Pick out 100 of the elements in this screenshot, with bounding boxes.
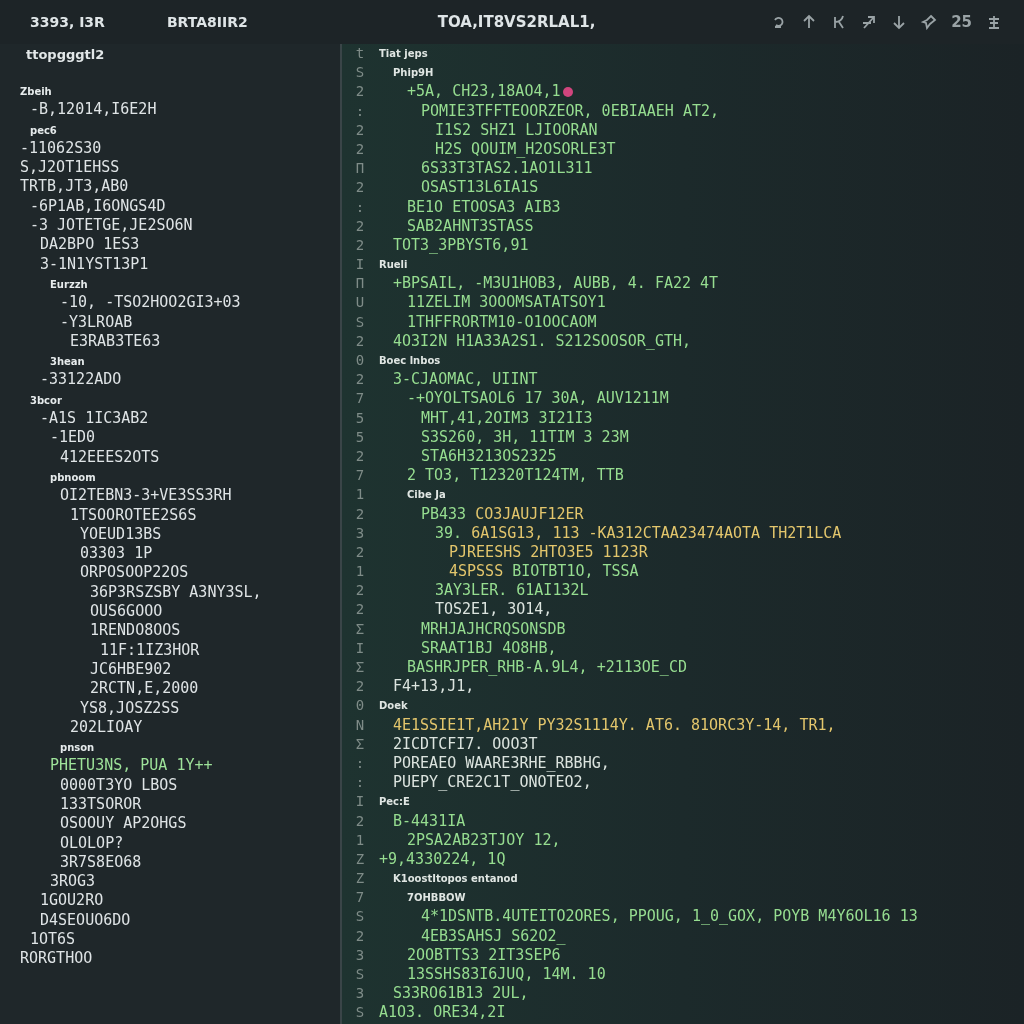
outline-item[interactable]: S,J2OT1EHSS [20, 158, 120, 177]
outline-item[interactable]: YS8,JOSZ2SS [80, 698, 180, 717]
line-number: 2 [354, 235, 366, 255]
line-number: Σ [354, 619, 366, 639]
code-line: STA6H3213OS2325 [421, 446, 557, 467]
outline-item[interactable]: DA2BPO 1ES3 [40, 235, 140, 254]
code-line: 4EB3SAHSJ S62O2_ [421, 926, 566, 946]
outline-item[interactable]: YOEUD13BS [80, 524, 162, 543]
section-label: Cibe Ja [407, 488, 446, 503]
outline-item[interactable]: 03303 1P [80, 544, 153, 563]
outline-item[interactable]: 1GOU2RO [40, 891, 104, 910]
line-number: I [354, 792, 366, 812]
outline-item[interactable]: -Y3LROAB [60, 312, 133, 331]
line-number: S [354, 907, 366, 927]
line-number: I [354, 255, 366, 275]
line-number: S [354, 1003, 366, 1023]
line-number: 7 [354, 466, 366, 486]
section-label: Tiat jeps [379, 47, 428, 61]
section-label: Pec:E [379, 795, 410, 810]
code-line: H2S QOUIM_H2OSORLE3T [435, 139, 616, 160]
line-number: 5 [354, 408, 366, 428]
code-line: S3S260, 3H, 11TIM 3 23M [421, 427, 629, 447]
symbol-icon[interactable] [986, 14, 1002, 30]
code-line: MHT,41,2OIM3 3I21I3 [421, 408, 593, 428]
outline-item[interactable]: -3 JOTETGE,JE2SO6N [30, 216, 193, 235]
outline-item[interactable]: 3-1N1YST13P1 [40, 254, 149, 273]
outline-item[interactable]: 1OT6S [30, 930, 76, 949]
outline-item[interactable]: 36P3RSZSBY A3NY3SL, [90, 582, 262, 601]
code-line: BE1O ETOOSA3 AIB3 [407, 197, 561, 217]
line-number: : [354, 773, 366, 793]
code-line: +9,4330224, 1Q [379, 849, 506, 870]
section-label: pec6 [30, 124, 57, 136]
window-title: TOA,IT8VS2RLAL1, [437, 13, 596, 31]
line-number: 7 [354, 888, 366, 908]
outline-item[interactable]: -B,12014,I6E2H [30, 100, 157, 119]
code-line: 2 TO3, T12320T124TM, TTB [407, 466, 624, 486]
code-line: SRAAT1BJ 4O8HB, [421, 638, 557, 658]
outline-item[interactable]: 133TSOROR [60, 795, 142, 813]
line-number: 3 [354, 984, 366, 1004]
code-line: 4SPSSS BIOTBT1O, TSSA [449, 562, 639, 582]
outline-item[interactable]: 1RENDO8OOS [90, 621, 181, 640]
line-number: Σ [354, 734, 366, 754]
code-line: OSAST13L6IA1S [421, 178, 539, 198]
line-number: 2 [354, 504, 366, 524]
line-number: 5 [354, 427, 366, 447]
line-number: N [354, 715, 366, 735]
section-label: 3hean [50, 356, 85, 368]
outline-item[interactable]: -1ED0 [50, 428, 96, 447]
line-number: : [354, 101, 366, 121]
outline-item[interactable]: D4SEOUO6DO [40, 910, 131, 929]
line-number: : [354, 197, 366, 217]
project-label: 3393, I3R [30, 14, 105, 30]
line-number: 2 [354, 811, 366, 831]
outline-item[interactable]: -33122ADO [40, 370, 122, 389]
outline-item[interactable]: 202LIOAY [70, 717, 143, 736]
outline-item[interactable]: 1TSOOROTEE2S6S [70, 505, 197, 524]
line-number: 1 [354, 485, 366, 505]
line-number: U [354, 293, 366, 313]
outline-item[interactable]: PHETU3NS, PUA 1Y++ [50, 756, 213, 775]
code-line: PB433 CO3JAUJF12ER [421, 504, 584, 524]
outline-item[interactable]: 3R7S8EO68 [60, 852, 142, 871]
outline-item[interactable]: 2RCTN,E,2000 [90, 679, 199, 698]
line-number: 2 [354, 216, 366, 236]
outline-item[interactable]: OSOOUY AP2OHGS [60, 814, 187, 833]
code-line: TOT3_3PBYST6,91 [393, 235, 529, 256]
outline-item[interactable]: TRTB,JT3,AB0 [20, 177, 129, 196]
line-number: 3 [354, 523, 366, 543]
line-number: 2 [354, 370, 366, 390]
outline-item[interactable]: -6P1AB,I6ONGS4D [30, 196, 166, 215]
down-arrow-icon[interactable] [891, 14, 908, 30]
code-line: 2OOBTTS3 2IT3SEP6 [407, 945, 561, 965]
breakpoint-dot[interactable] [562, 86, 573, 97]
outline-item[interactable]: ORPOSOOP22OS [80, 563, 189, 582]
code-line: TOS2E1, 3O14, [435, 600, 553, 620]
code-line: 2PSA2AB23TJOY 12, [407, 830, 561, 850]
line-number: 2 [354, 82, 366, 102]
code-line: S33RO61B13 2UL, [393, 984, 529, 1004]
code-line: A1O3. ORE34,2I [379, 1003, 506, 1023]
code-line: MRHJAJHCRQSONSDB [421, 619, 566, 639]
outline-item[interactable]: OUS6GOOO [90, 602, 163, 620]
diagonal-arrow-icon[interactable] [861, 14, 878, 30]
line-number: 2 [354, 677, 366, 697]
outline-item[interactable]: JC6HBE902 [90, 659, 172, 678]
pin-icon[interactable] [921, 14, 938, 30]
outline-item[interactable]: OI2TEBN3-3+VE3SS3RH [60, 486, 232, 505]
outline-item[interactable]: -A1S 1IC3AB2 [40, 409, 149, 428]
outline-item[interactable]: 3ROG3 [50, 872, 96, 891]
outline-item[interactable]: 412EEES2OTS [60, 447, 160, 466]
line-number: П [354, 159, 366, 179]
outline-item[interactable]: 11F:1IZ3HOR [100, 640, 200, 659]
outline-item[interactable]: -11062S30 [20, 138, 102, 157]
outline-item[interactable]: E3RAB3TE63 [70, 331, 161, 350]
outline-item[interactable]: 0000T3YO LBOS [60, 775, 178, 794]
outline-item[interactable]: OLOLOP? [60, 833, 124, 852]
line-number: 3 [354, 945, 366, 965]
line-number: S [354, 312, 366, 332]
code-line: -+OYOLTSAOL6 17 30A, AUV1211M [407, 389, 669, 409]
section-label: Phip9H [393, 66, 434, 81]
outline-item[interactable]: -10, -TSO2HOO2GI3+03 [60, 293, 241, 312]
outline-item[interactable]: RORGTHOO [20, 949, 93, 968]
